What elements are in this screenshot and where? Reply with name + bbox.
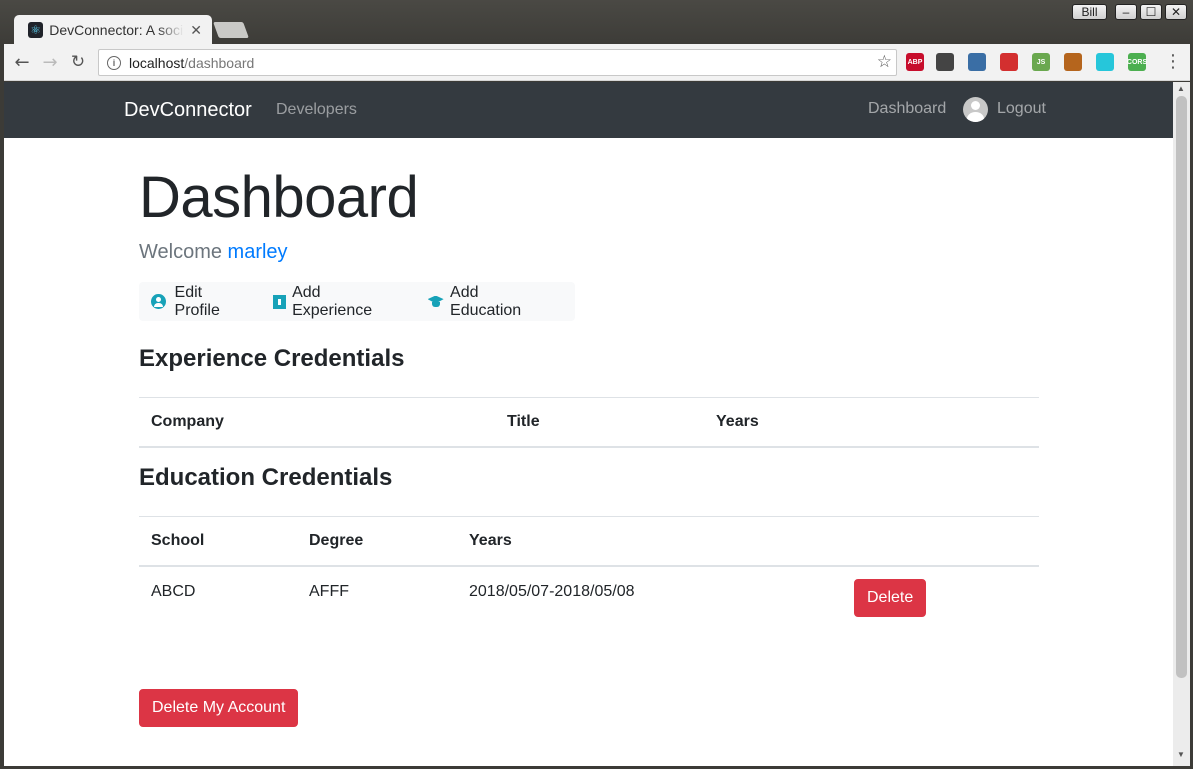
close-window-icon[interactable]: ✕ <box>1165 4 1187 20</box>
brand-link[interactable]: DevConnector <box>124 99 252 122</box>
experience-table: Company Title Years <box>139 397 1039 448</box>
column-header-years: Years <box>704 397 839 448</box>
cell-years: 2018/05/07-2018/05/08 <box>469 582 635 600</box>
browser-menu-icon[interactable]: ⋮ <box>1164 51 1182 72</box>
react-favicon-icon: ⚛ <box>28 22 44 38</box>
maximize-icon[interactable]: ☐ <box>1140 4 1162 20</box>
sync-icon[interactable] <box>936 53 954 71</box>
browser-tab[interactable]: ⚛ DevConnector: A social network for dev… <box>14 15 212 45</box>
site-info-icon[interactable]: i <box>107 55 121 70</box>
url-path: /dashboard <box>184 54 255 71</box>
cors-icon[interactable]: CORS <box>1127 53 1147 71</box>
cell-degree: AFFF <box>309 582 349 600</box>
cell-school: ABCD <box>151 582 196 600</box>
address-bar[interactable]: i localhost/dashboard ☆ <box>98 49 897 76</box>
monkey-icon[interactable] <box>1064 53 1082 71</box>
nav-dashboard-link[interactable]: Dashboard <box>868 100 946 118</box>
nav-logout-link[interactable]: Logout <box>997 100 1046 118</box>
bookmark-star-icon[interactable]: ☆ <box>877 52 892 72</box>
scroll-up-icon[interactable]: ▲ <box>1177 84 1185 93</box>
graduation-cap-icon <box>426 296 445 308</box>
app-navbar: DevConnector Developers Dashboard Logout <box>4 82 1173 138</box>
nav-developers-link[interactable]: Developers <box>276 101 357 119</box>
column-header-title: Title <box>495 397 704 448</box>
education-table: School Degree Years ABCD AFFF 2018/05/07… <box>139 516 1039 629</box>
forward-arrow-icon[interactable]: → <box>38 50 62 74</box>
delete-account-button[interactable]: Delete My Account <box>139 689 299 727</box>
page-scrollbar[interactable]: ▲ ▼ <box>1173 82 1190 766</box>
user-circle-icon <box>151 294 166 309</box>
welcome-text: Welcome marley <box>139 241 288 264</box>
profile-user-button[interactable]: Bill <box>1072 4 1107 20</box>
column-header-company: Company <box>139 397 495 448</box>
browser-toolbar: ← → ↻ i localhost/dashboard ☆ ABP JS CORS … <box>4 44 1190 81</box>
add-education-button[interactable]: Add Education <box>426 284 551 320</box>
url-host: localhost <box>129 54 185 71</box>
back-arrow-icon[interactable]: ← <box>10 50 34 74</box>
edit-profile-button[interactable]: Edit Profile <box>151 284 249 320</box>
id-badge-icon <box>273 294 287 309</box>
scroll-down-icon[interactable]: ▼ <box>1177 750 1185 759</box>
circle-icon[interactable] <box>1096 53 1114 71</box>
scrollbar-thumb[interactable] <box>1176 96 1187 678</box>
tab-close-icon[interactable]: ✕ <box>190 22 202 39</box>
page-viewport: DevConnector Developers Dashboard Logout… <box>4 82 1190 766</box>
column-header-years: Years <box>457 516 842 567</box>
page-title: Dashboard <box>139 165 419 230</box>
welcome-prefix: Welcome <box>139 241 228 263</box>
column-header-action <box>842 516 1039 567</box>
reload-icon[interactable]: ↻ <box>66 50 90 74</box>
edit-profile-label: Edit Profile <box>174 283 220 319</box>
nodejs-icon[interactable]: JS <box>1032 53 1050 71</box>
welcome-user-link[interactable]: marley <box>228 241 288 263</box>
column-header-degree: Degree <box>297 516 457 567</box>
window-titlebar: ⚛ DevConnector: A social network for dev… <box>0 0 1193 45</box>
dashboard-actions: Edit Profile Add Experience Add Educatio… <box>139 282 575 321</box>
table-row: ABCD AFFF 2018/05/07-2018/05/08 Delete <box>139 566 1039 629</box>
column-header-action <box>839 397 1039 448</box>
add-education-label: Add Education <box>450 283 522 319</box>
cell-action: Delete <box>842 566 1039 629</box>
experience-title: Experience Credentials <box>139 345 405 372</box>
new-tab-button[interactable] <box>213 22 249 38</box>
delete-education-button[interactable]: Delete <box>854 578 927 617</box>
adblock-icon[interactable]: ABP <box>906 53 924 71</box>
colorpicker-icon[interactable] <box>968 53 986 71</box>
table-header-row: School Degree Years <box>139 516 1039 567</box>
add-experience-label: Add Experience <box>292 283 373 319</box>
add-experience-button[interactable]: Add Experience <box>273 284 401 320</box>
education-title: Education Credentials <box>139 464 393 491</box>
table-header-row: Company Title Years <box>139 397 1039 448</box>
tab-title: DevConnector: A social network for devel… <box>49 22 184 38</box>
user-avatar <box>963 97 988 122</box>
extension-red-icon[interactable] <box>1000 53 1018 71</box>
column-header-school: School <box>139 516 297 567</box>
minimize-icon[interactable]: – <box>1115 4 1137 20</box>
